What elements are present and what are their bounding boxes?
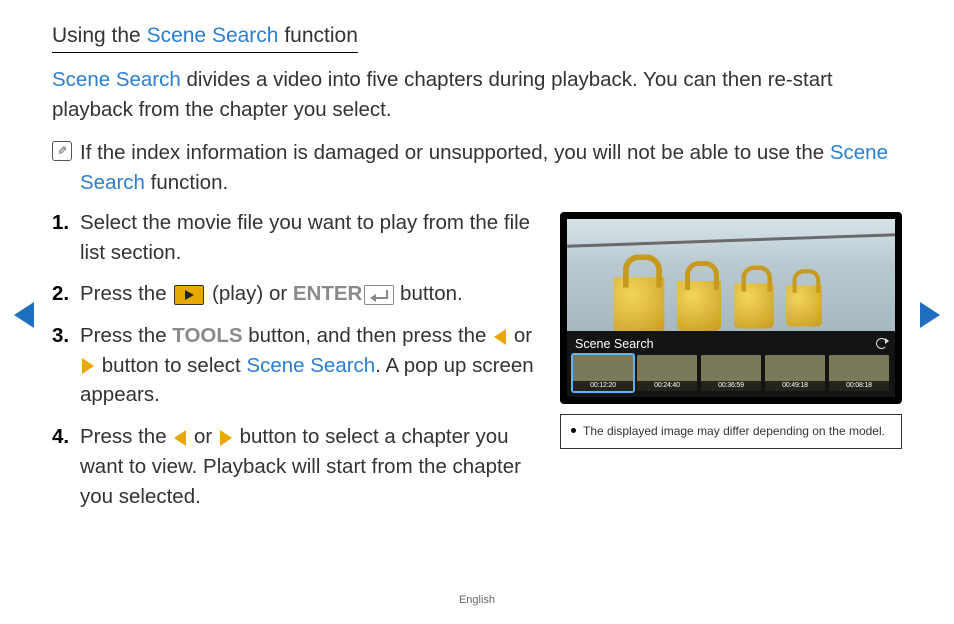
scene-thumb: 00:08:18	[829, 355, 889, 391]
step-3b: button, and then press the	[243, 324, 493, 347]
scene-bar: Scene Search 00:12:20 00:24:40 00:36:59 …	[567, 331, 895, 397]
heading-link: Scene Search	[147, 24, 279, 47]
heading-suffix: function	[278, 24, 357, 47]
left-arrow-icon	[494, 329, 506, 345]
preview-screen: Scene Search 00:12:20 00:24:40 00:36:59 …	[560, 212, 902, 404]
step-3d: button to select	[96, 354, 246, 377]
note-text-2: function.	[145, 171, 228, 194]
thumbs-row: 00:12:20 00:24:40 00:36:59 00:49:18 00:0…	[573, 355, 889, 391]
step-2: 2. Press the (play) or ENTER button.	[80, 279, 536, 309]
tools-label: TOOLS	[172, 324, 242, 347]
right-arrow-icon	[82, 358, 94, 374]
step-number: 1.	[52, 208, 69, 238]
heading-prefix: Using the	[52, 24, 147, 47]
thumb-time: 00:49:18	[765, 381, 825, 391]
step-2a: Press the	[80, 282, 172, 305]
page-prev-arrow[interactable]	[14, 302, 34, 328]
step-3a: Press the	[80, 324, 172, 347]
thumb-time: 00:36:59	[701, 381, 761, 391]
right-arrow-icon	[220, 430, 232, 446]
preview-photo	[567, 219, 895, 331]
page-next-arrow[interactable]	[920, 302, 940, 328]
step-3-link: Scene Search	[246, 354, 375, 377]
scene-thumb: 00:12:20	[573, 355, 633, 391]
refresh-icon	[876, 338, 887, 349]
step-number: 3.	[52, 321, 69, 351]
step-2b: (play) or	[206, 282, 293, 305]
steps-list: 1. Select the movie file you want to pla…	[80, 208, 536, 523]
step-4a: Press the	[80, 425, 172, 448]
scene-thumb: 00:24:40	[637, 355, 697, 391]
thumb-time: 00:08:18	[829, 381, 889, 391]
scene-thumb: 00:49:18	[765, 355, 825, 391]
thumb-time: 00:12:20	[573, 381, 633, 391]
scene-thumb: 00:36:59	[701, 355, 761, 391]
note-paragraph: If the index information is damaged or u…	[80, 138, 902, 197]
step-4b: or	[188, 425, 218, 448]
caption-text: The displayed image may differ depending…	[583, 424, 885, 438]
bullet-icon	[571, 428, 576, 433]
section-heading: Using the Scene Search function	[52, 24, 358, 53]
step-4: 4. Press the or button to select a chapt…	[80, 422, 536, 511]
note-icon	[52, 141, 72, 161]
intro-paragraph: Scene Search divides a video into five c…	[52, 65, 902, 124]
step-3: 3. Press the TOOLS button, and then pres…	[80, 321, 536, 410]
caption-box: The displayed image may differ depending…	[560, 414, 902, 449]
play-icon	[174, 285, 204, 305]
enter-label: ENTER	[293, 282, 362, 305]
left-arrow-icon	[174, 430, 186, 446]
thumb-time: 00:24:40	[637, 381, 697, 391]
step-number: 4.	[52, 422, 69, 452]
scene-title: Scene Search	[575, 337, 654, 351]
step-3c: or	[508, 324, 532, 347]
enter-icon	[364, 285, 394, 305]
note-text-1: If the index information is damaged or u…	[80, 141, 830, 164]
step-1: 1. Select the movie file you want to pla…	[80, 208, 536, 267]
step-2c: button.	[394, 282, 462, 305]
step-1-text: Select the movie file you want to play f…	[80, 211, 530, 264]
step-number: 2.	[52, 279, 69, 309]
intro-link: Scene Search	[52, 68, 181, 91]
footer-language: English	[0, 594, 954, 606]
